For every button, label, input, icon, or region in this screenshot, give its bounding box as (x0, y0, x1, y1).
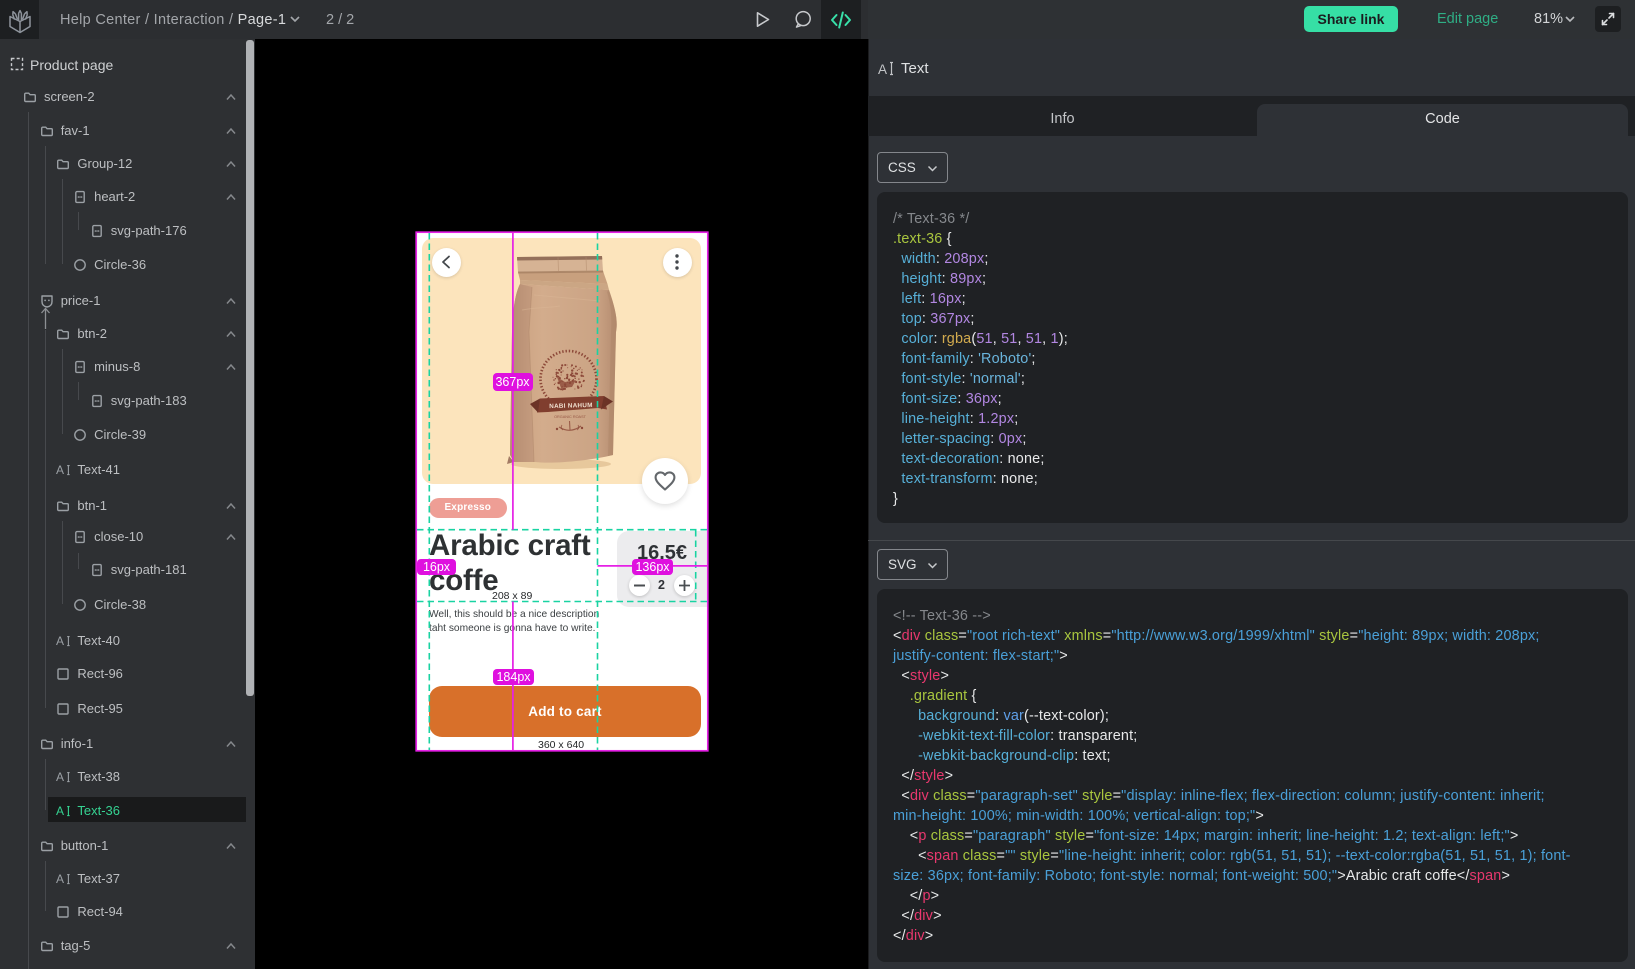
svg-text:A: A (56, 770, 64, 784)
svg-text:A: A (56, 804, 64, 818)
svg-text:A: A (56, 872, 64, 886)
svg-text:NABI NAHUM: NABI NAHUM (549, 402, 593, 410)
svg-text:A: A (878, 62, 887, 76)
svg-text:ORGANIC ROAST: ORGANIC ROAST (554, 415, 587, 419)
svg-text:A: A (56, 634, 64, 648)
svg-text:A: A (56, 463, 64, 477)
